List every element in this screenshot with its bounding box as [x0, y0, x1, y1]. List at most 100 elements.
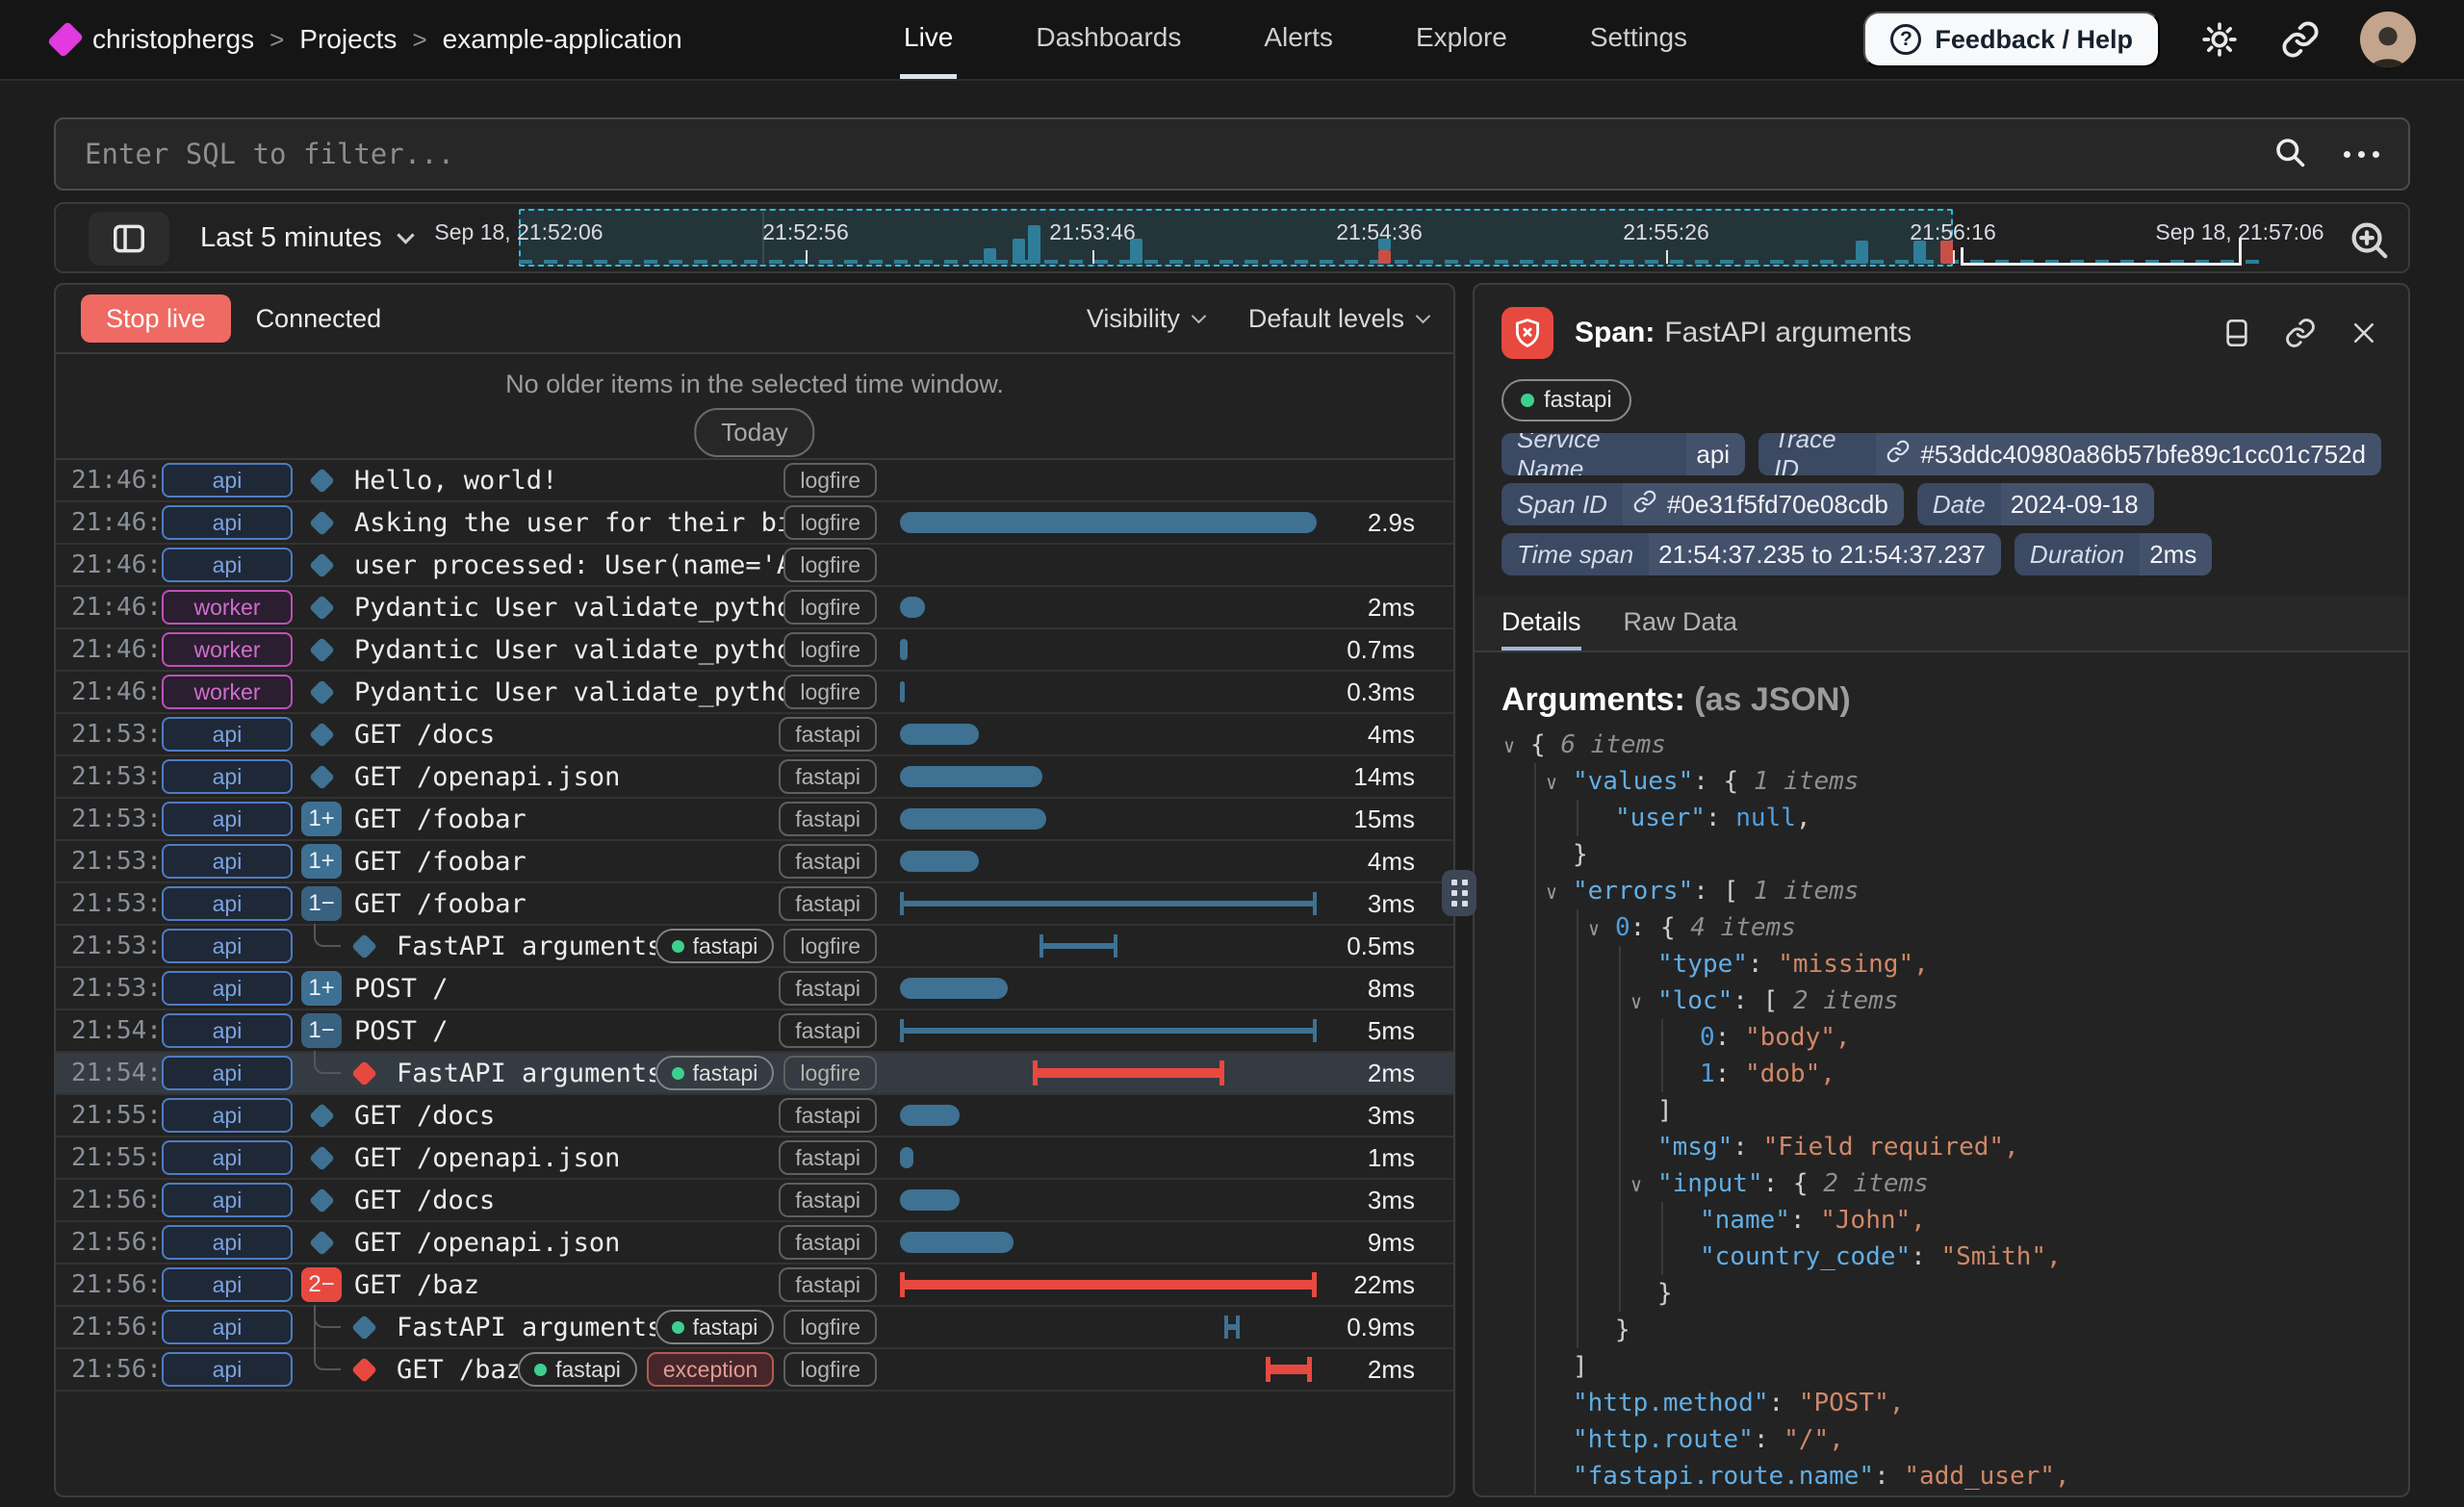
breadcrumb-projects[interactable]: Projects — [299, 24, 397, 55]
collapse-toggle-icon[interactable]: ∨ — [1503, 728, 1530, 764]
nav-tab-settings[interactable]: Settings — [1586, 0, 1691, 79]
tag-fastapi[interactable]: fastapi — [655, 929, 775, 963]
service-badge-api[interactable]: api — [162, 1013, 293, 1048]
theme-toggle-icon[interactable] — [2198, 18, 2241, 61]
tag-logfire[interactable]: logfire — [783, 548, 877, 582]
timeline-selection[interactable] — [519, 209, 1953, 267]
close-icon[interactable] — [2347, 316, 2381, 350]
tag-logfire[interactable]: logfire — [783, 463, 877, 498]
service-badge-api[interactable]: api — [162, 1098, 293, 1133]
trace-row[interactable]: 21:46:55 worker Pydantic User validate_p… — [56, 629, 1453, 672]
detail-tab-raw-data[interactable]: Raw Data — [1624, 597, 1738, 651]
trace-row[interactable]: 21:56:13 api 2− GET /baz fastapi 22ms — [56, 1264, 1453, 1307]
service-badge-api[interactable]: api — [162, 929, 293, 963]
breadcrumb-account[interactable]: christophergs — [92, 24, 254, 55]
nav-tab-explore[interactable]: Explore — [1412, 0, 1511, 79]
service-badge-api[interactable]: api — [162, 886, 293, 921]
trace-row[interactable]: 21:56:13 api FastAPI arguments fastapilo… — [56, 1307, 1453, 1349]
tag-fastapi[interactable]: fastapi — [779, 971, 877, 1006]
drawer-view-icon[interactable] — [2220, 316, 2254, 350]
service-badge-api[interactable]: api — [162, 1056, 293, 1090]
logfire-logo-icon[interactable] — [47, 21, 84, 58]
tag-logfire[interactable]: logfire — [783, 675, 877, 709]
service-badge-api[interactable]: api — [162, 717, 293, 752]
tag-fastapi[interactable]: fastapi — [779, 1013, 877, 1048]
tag-fastapi[interactable]: fastapi — [779, 1140, 877, 1175]
service-badge-api[interactable]: api — [162, 1183, 293, 1217]
service-badge-worker[interactable]: worker — [162, 632, 293, 667]
panel-resize-handle[interactable] — [1442, 870, 1476, 916]
trace-row[interactable]: 21:53:28 api GET /docs fastapi 4ms — [56, 714, 1453, 756]
trace-row[interactable]: 21:46:55 worker Pydantic User validate_p… — [56, 672, 1453, 714]
tag-fastapi[interactable]: fastapi — [655, 1056, 775, 1090]
nav-tab-alerts[interactable]: Alerts — [1260, 0, 1337, 79]
feedback-help-button[interactable]: ? Feedback / Help — [1863, 12, 2160, 67]
zoom-in-icon[interactable] — [2347, 217, 2391, 267]
tag-fastapi[interactable]: fastapi — [779, 1183, 877, 1217]
trace-row[interactable]: 21:56:09 api GET /openapi.json fastapi 9… — [56, 1222, 1453, 1264]
service-badge-api[interactable]: api — [162, 548, 293, 582]
service-badge-api[interactable]: api — [162, 1352, 293, 1387]
trace-row[interactable]: 21:53:28 api GET /openapi.json fastapi 1… — [56, 756, 1453, 799]
service-badge-api[interactable]: api — [162, 971, 293, 1006]
service-badge-api[interactable]: api — [162, 1310, 293, 1344]
trace-row[interactable]: 21:53:33 api 1+ GET /foobar fastapi 15ms — [56, 799, 1453, 841]
tag-fastapi[interactable]: fastapi — [655, 1310, 775, 1344]
tag-logfire[interactable]: logfire — [783, 590, 877, 625]
more-options-icon[interactable] — [2344, 151, 2379, 158]
service-badge-worker[interactable]: worker — [162, 675, 293, 709]
tag-fastapi[interactable]: fastapi — [779, 1267, 877, 1302]
trace-row[interactable]: 21:46:19 api Hello, world! logfire — [56, 460, 1453, 502]
service-badge-worker[interactable]: worker — [162, 590, 293, 625]
today-button[interactable]: Today — [694, 408, 814, 457]
trace-row[interactable]: 21:55:58 api GET /openapi.json fastapi 1… — [56, 1137, 1453, 1180]
trace-row[interactable]: 21:53:56 api 1+ POST / fastapi 8ms — [56, 968, 1453, 1010]
tag-fastapi[interactable]: fastapi — [779, 844, 877, 879]
trace-row[interactable]: 21:56:09 api GET /docs fastapi 3ms — [56, 1180, 1453, 1222]
avatar[interactable] — [2360, 12, 2416, 67]
tag-logfire[interactable]: logfire — [783, 1352, 877, 1387]
tag-logfire[interactable]: logfire — [783, 929, 877, 963]
collapse-toggle-icon[interactable]: ∨ — [1588, 910, 1615, 947]
stop-live-button[interactable]: Stop live — [81, 294, 231, 343]
trace-row[interactable]: 21:53:35 api 1+ GET /foobar fastapi 4ms — [56, 841, 1453, 883]
trace-row[interactable]: 21:56:13 api GET /baz (fo fastapiexcepti… — [56, 1349, 1453, 1392]
share-link-icon[interactable] — [2279, 18, 2322, 61]
search-icon[interactable] — [2272, 135, 2307, 174]
service-badge-api[interactable]: api — [162, 505, 293, 540]
sql-filter-input[interactable] — [85, 138, 2272, 170]
tag-logfire[interactable]: logfire — [783, 1056, 877, 1090]
tag-exception[interactable]: exception — [647, 1352, 774, 1387]
expand-toggle[interactable]: 1+ — [301, 844, 342, 879]
service-badge-api[interactable]: api — [162, 759, 293, 794]
copy-link-icon[interactable] — [2283, 316, 2318, 350]
collapse-toggle-icon[interactable]: ∨ — [1546, 764, 1573, 801]
trace-row[interactable]: 21:46:55 worker Pydantic User validate_p… — [56, 587, 1453, 629]
link-icon[interactable] — [1886, 439, 1911, 471]
default-levels-dropdown[interactable]: Default levels — [1248, 304, 1428, 334]
tag-fastapi[interactable]: fastapi — [779, 1225, 877, 1260]
visibility-dropdown[interactable]: Visibility — [1087, 304, 1204, 334]
expand-toggle[interactable]: 1− — [301, 1013, 342, 1048]
detail-tab-details[interactable]: Details — [1502, 597, 1581, 651]
fastapi-tag-pill[interactable]: fastapi — [1502, 379, 1631, 421]
tag-logfire[interactable]: logfire — [783, 505, 877, 540]
trace-row[interactable]: 21:54:37 api FastAPI arguments fastapilo… — [56, 1053, 1453, 1095]
service-badge-api[interactable]: api — [162, 1225, 293, 1260]
tag-fastapi[interactable]: fastapi — [518, 1352, 637, 1387]
tag-fastapi[interactable]: fastapi — [779, 886, 877, 921]
collapse-toggle-icon[interactable]: ∨ — [1630, 1166, 1657, 1203]
service-badge-api[interactable]: api — [162, 802, 293, 836]
expand-toggle[interactable]: 1− — [301, 886, 342, 921]
service-badge-api[interactable]: api — [162, 1140, 293, 1175]
trace-row[interactable]: 21:53:35 api 1− GET /foobar fastapi 3ms — [56, 883, 1453, 926]
timeline-histogram[interactable]: Sep 18, 21:52:0621:52:5621:53:4621:54:36… — [56, 204, 2408, 271]
tag-fastapi[interactable]: fastapi — [779, 759, 877, 794]
expand-toggle[interactable]: 2− — [301, 1267, 342, 1302]
service-badge-api[interactable]: api — [162, 463, 293, 498]
breadcrumb-project[interactable]: example-application — [443, 24, 682, 55]
expand-toggle[interactable]: 1+ — [301, 971, 342, 1006]
trace-row[interactable]: 21:46:19 api Asking the user for their b… — [56, 502, 1453, 545]
trace-row[interactable]: 21:53:35 api FastAPI arguments fastapilo… — [56, 926, 1453, 968]
tag-fastapi[interactable]: fastapi — [779, 802, 877, 836]
